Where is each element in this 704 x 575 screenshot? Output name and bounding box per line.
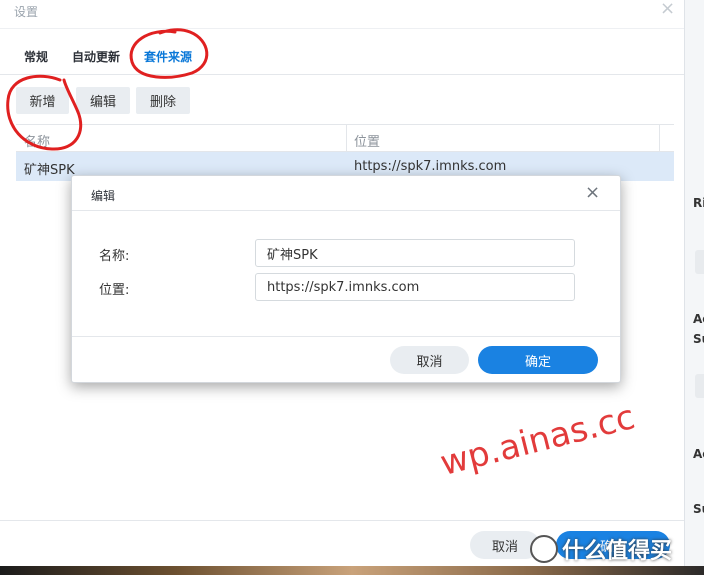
site-logo: 什么值得买 xyxy=(530,532,672,566)
divider xyxy=(0,28,684,29)
column-header-location[interactable]: 位置 xyxy=(354,131,380,150)
close-icon[interactable]: × xyxy=(585,182,600,204)
background-text-fragment: Ac xyxy=(693,447,704,461)
tab-auto-update[interactable]: 自动更新 xyxy=(72,48,120,65)
dialog-ok-button[interactable]: 确定 xyxy=(478,346,598,374)
dialog-cancel-button[interactable]: 取消 xyxy=(390,346,469,374)
logo-text: 什么值得买 xyxy=(562,539,673,564)
cell-name: 矿神SPK xyxy=(24,163,75,178)
background-text-fragment: Su xyxy=(693,502,704,516)
column-divider[interactable] xyxy=(346,125,347,152)
divider xyxy=(0,74,684,75)
background-text-fragment: Su xyxy=(693,332,704,346)
location-field[interactable] xyxy=(255,273,575,301)
column-header-name[interactable]: 名称 xyxy=(24,131,50,150)
divider xyxy=(72,336,620,337)
dialog-title: 编辑 xyxy=(91,189,116,203)
column-divider[interactable] xyxy=(659,125,660,152)
background-text-fragment: Ri xyxy=(693,196,704,210)
window-close-icon[interactable]: × xyxy=(660,0,675,18)
desktop-wallpaper-strip xyxy=(0,566,704,575)
tab-package-sources[interactable]: 套件来源 xyxy=(144,48,192,65)
cell-location: https://spk7.imnks.com xyxy=(354,159,507,174)
edit-dialog: 编辑 × 名称: 位置: 取消 确定 xyxy=(71,175,621,383)
edit-button[interactable]: 编辑 xyxy=(76,87,130,114)
background-window-edge: Ri Ac Su Ac Su xyxy=(684,0,704,575)
logo-mark-icon xyxy=(530,535,558,563)
divider xyxy=(72,210,620,211)
name-label: 名称: xyxy=(99,249,130,264)
window-title: 设置 xyxy=(14,5,39,19)
location-label: 位置: xyxy=(99,283,130,298)
grid-header: 名称 位置 xyxy=(16,124,674,152)
divider xyxy=(0,520,684,521)
name-field[interactable] xyxy=(255,239,575,267)
background-text-fragment: Ac xyxy=(693,312,704,326)
tab-general[interactable]: 常规 xyxy=(24,48,48,65)
background-button-fragment xyxy=(695,374,704,398)
add-button[interactable]: 新增 xyxy=(16,87,69,114)
background-button-fragment xyxy=(695,250,704,274)
delete-button[interactable]: 删除 xyxy=(136,87,190,114)
